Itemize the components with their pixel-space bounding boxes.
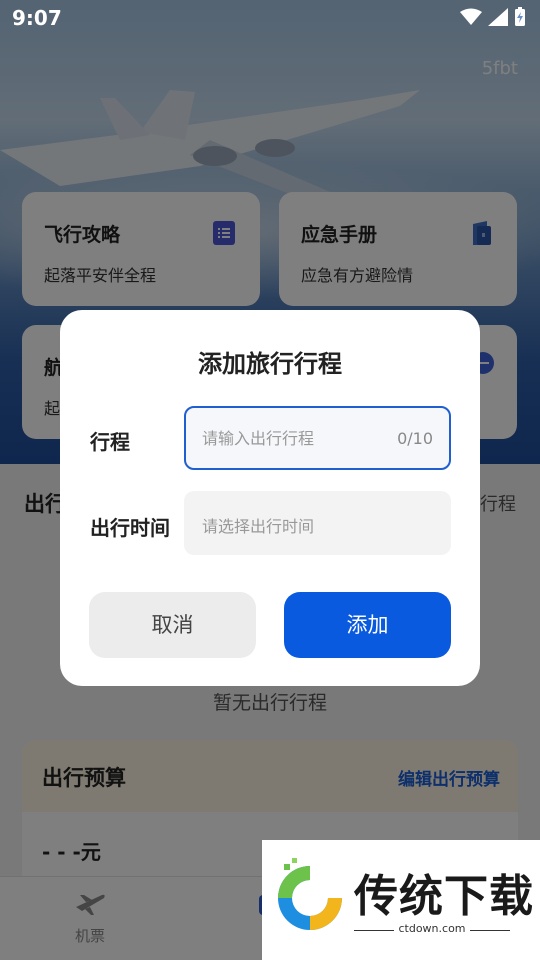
status-bar: 9:07: [0, 0, 540, 36]
watermark: 传统下载 ctdown.com: [262, 840, 540, 960]
trip-field-label: 行程: [90, 430, 130, 454]
battery-icon: [515, 7, 525, 26]
cancel-button[interactable]: 取消: [89, 592, 256, 658]
signal-icon: [488, 8, 508, 26]
add-button[interactable]: 添加: [284, 592, 451, 658]
status-time: 9:07: [12, 6, 62, 30]
watermark-brand: 传统下载: [354, 871, 534, 922]
trip-input-box[interactable]: 0/10: [184, 406, 451, 470]
trip-char-counter: 0/10: [397, 429, 433, 448]
time-placeholder: 请选择出行时间: [202, 517, 315, 536]
time-picker-field[interactable]: 请选择出行时间: [184, 491, 451, 555]
status-icons: [460, 7, 526, 27]
watermark-url-wrap: ctdown.com: [354, 922, 510, 935]
add-trip-dialog: 添加旅行行程 行程 0/10 出行时间 请选择出行时间 取消 添加: [60, 310, 480, 686]
ctdown-logo-icon: [278, 858, 342, 930]
trip-input[interactable]: [202, 408, 382, 468]
time-field-label: 出行时间: [90, 516, 170, 540]
dialog-title: 添加旅行行程: [198, 350, 342, 378]
watermark-url: ctdown.com: [394, 922, 470, 935]
wifi-icon: [460, 8, 482, 25]
